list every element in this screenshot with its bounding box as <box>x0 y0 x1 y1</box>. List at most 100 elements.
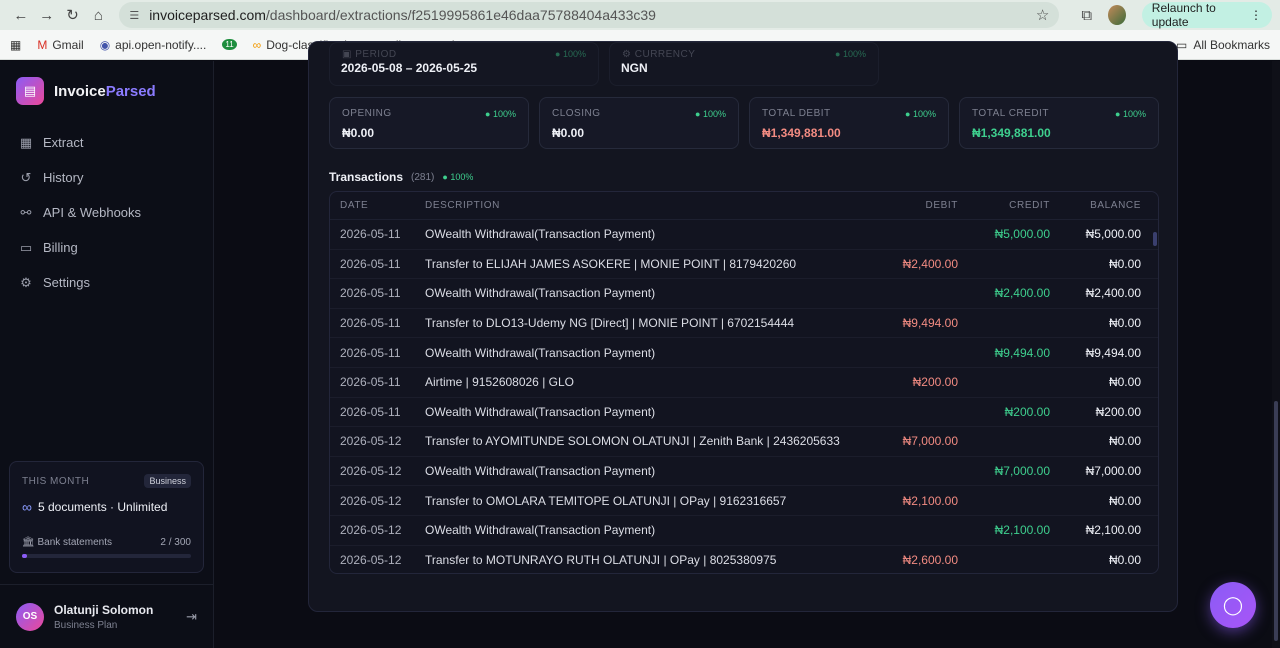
avatar[interactable]: OS <box>16 602 44 631</box>
sidebar-item-label: API & Webhooks <box>43 205 142 220</box>
table-row[interactable]: 2026-05-12 Transfer to OMOLARA TEMITOPE O… <box>330 486 1158 516</box>
transactions-title: Transactions <box>329 170 404 184</box>
apps-grid-icon[interactable]: ▦ <box>10 38 21 52</box>
table-row[interactable]: 2026-05-12 Transfer to MOTUNRAYO RUTH OLA… <box>330 546 1158 573</box>
bookmark-notification[interactable]: 11 <box>222 39 237 50</box>
cell-description: OWealth Withdrawal(Transaction Payment) <box>425 286 656 301</box>
usage-card: THIS MONTH Business ∞ 5 documents · Unlim… <box>9 461 204 573</box>
table-row[interactable]: 2026-05-11 Transfer to ELIJAH JAMES ASOKE… <box>330 250 1158 280</box>
cell-debit: ₦2,600.00 <box>902 552 958 567</box>
history-icon: ↺ <box>20 169 32 185</box>
sidebar-item-extract[interactable]: ▦ Extract <box>0 125 213 160</box>
page-scrollbar-thumb[interactable] <box>1274 401 1278 641</box>
confidence-value: 100% <box>450 172 474 182</box>
cell-date: 2026-05-11 <box>340 256 401 271</box>
header-description: DESCRIPTION <box>425 200 500 211</box>
confidence-badge: ● 100% <box>555 49 586 59</box>
table-row[interactable]: 2026-05-12 Transfer to AYOMITUNDE SOLOMON… <box>330 427 1158 457</box>
bookmark-gmail[interactable]: M Gmail <box>37 38 83 52</box>
plan-badge: Business <box>144 474 191 488</box>
cell-description: Airtime | 9152608026 | GLO <box>425 375 574 390</box>
confidence-value: 100% <box>702 109 726 119</box>
cell-debit: ₦7,000.00 <box>902 434 958 449</box>
transactions-table[interactable]: DATE DESCRIPTION DEBIT CREDIT BALANCE 20… <box>329 191 1159 574</box>
bookmark-open-notify[interactable]: ◉ api.open-notify.... <box>100 38 207 52</box>
table-row[interactable]: 2026-05-12 OWealth Withdrawal(Transaction… <box>330 457 1158 487</box>
cell-date: 2026-05-12 <box>340 464 402 479</box>
gear-icon: ⚙ <box>20 274 32 290</box>
total-credit-value: ₦1,349,881.00 <box>972 126 1051 140</box>
currency-icon: ⚙ <box>622 49 632 60</box>
extensions-icon[interactable]: ⧉ <box>1081 7 1092 24</box>
cell-date: 2026-05-11 <box>340 345 401 360</box>
cell-date: 2026-05-11 <box>340 404 401 419</box>
reload-icon[interactable]: ↻ <box>60 3 86 27</box>
closing-field: CLOSING ● 100% ₦0.00 <box>539 97 739 149</box>
table-row[interactable]: 2026-05-11 OWealth Withdrawal(Transaction… <box>330 279 1158 309</box>
table-row[interactable]: 2026-05-11 Airtime | 9152608026 | GLO ₦200… <box>330 368 1158 398</box>
transactions-count: (281) <box>411 171 435 183</box>
confidence-badge: ● 100% <box>442 172 474 182</box>
logout-icon[interactable]: ⇥ <box>186 609 197 625</box>
table-row[interactable]: 2026-05-11 Transfer to DLO13-Udemy NG [Di… <box>330 309 1158 339</box>
url-domain: invoiceparsed.com <box>149 7 266 23</box>
back-icon[interactable]: ← <box>8 3 34 27</box>
cell-balance: ₦2,100.00 <box>1085 523 1141 538</box>
confidence-badge: ● 100% <box>695 109 726 119</box>
profile-avatar[interactable] <box>1108 5 1126 25</box>
period-label: ▣ PERIOD <box>342 49 586 60</box>
sidebar-item-label: Extract <box>43 135 84 150</box>
usage-period: THIS MONTH <box>22 475 90 487</box>
table-scrollbar[interactable] <box>1153 232 1157 246</box>
sidebar-item-history[interactable]: ↺ History <box>0 160 213 195</box>
cell-description: OWealth Withdrawal(Transaction Payment) <box>425 345 656 360</box>
globe-icon: ◉ <box>99 37 111 52</box>
total-credit-field: TOTAL CREDIT ● 100% ₦1,349,881.00 <box>959 97 1159 149</box>
table-row[interactable]: 2026-05-11 OWealth Withdrawal(Transaction… <box>330 220 1158 250</box>
brand[interactable]: ▤ InvoiceParsed <box>0 61 213 121</box>
cell-description: OWealth Withdrawal(Transaction Payment) <box>425 523 656 538</box>
confidence-value: 100% <box>842 49 866 59</box>
table-row[interactable]: 2026-05-11 OWealth Withdrawal(Transaction… <box>330 338 1158 368</box>
grid-icon: ▦ <box>19 134 33 150</box>
site-info-icon[interactable]: ☰ <box>129 9 139 22</box>
confidence-badge: ● 100% <box>835 49 866 59</box>
cell-date: 2026-05-11 <box>340 227 401 242</box>
badge-icon: 11 <box>222 39 237 50</box>
card-icon: ▭ <box>19 239 33 255</box>
chat-button[interactable]: ◯ <box>1210 582 1256 628</box>
header-debit: DEBIT <box>925 200 958 211</box>
extraction-card: ▣ PERIOD ● 100% ⚙ CURRENCY ● 100% 2026-0… <box>308 41 1178 612</box>
bookmark-star-icon[interactable]: ☆ <box>1036 6 1049 24</box>
cell-description: Transfer to DLO13-Udemy NG [Direct] | MO… <box>425 316 795 331</box>
table-row[interactable]: 2026-05-11 OWealth Withdrawal(Transaction… <box>330 398 1158 428</box>
user-panel: OS Olatunji Solomon Business Plan ⇥ <box>0 584 213 648</box>
chat-icon: ◯ <box>1222 594 1244 615</box>
sidebar-item-settings[interactable]: ⚙ Settings <box>0 265 213 300</box>
table-row[interactable]: 2026-05-12 OWealth Withdrawal(Transaction… <box>330 516 1158 546</box>
bank-icon: 🏛 <box>22 537 35 548</box>
cell-description: Transfer to MOTUNRAYO RUTH OLATUNJI | OP… <box>425 552 777 567</box>
cell-balance: ₦200.00 <box>1095 404 1141 419</box>
usage-progress <box>22 554 191 558</box>
relaunch-button[interactable]: Relaunch to update ⋮ <box>1141 1 1273 29</box>
page-scrollbar[interactable] <box>1272 61 1280 648</box>
cell-debit: ₦2,400.00 <box>902 256 958 271</box>
url-path: /dashboard/extractions/f2519995861e46daa… <box>265 7 656 23</box>
forward-icon[interactable]: → <box>34 3 60 27</box>
usage-summary: 5 documents · Unlimited <box>37 500 168 514</box>
sidebar-item-api-webhooks[interactable]: ⚯ API & Webhooks <box>0 195 213 230</box>
cell-description: Transfer to ELIJAH JAMES ASOKERE | MONIE… <box>425 256 797 271</box>
cell-credit: ₦2,400.00 <box>994 286 1050 301</box>
all-bookmarks[interactable]: ▭ All Bookmarks <box>1176 38 1270 52</box>
cell-balance: ₦0.00 <box>1108 434 1141 449</box>
opening-value: ₦0.00 <box>342 126 375 140</box>
cell-balance: ₦0.00 <box>1108 375 1141 390</box>
sidebar-item-billing[interactable]: ▭ Billing <box>0 230 213 265</box>
address-bar[interactable]: ☰ invoiceparsed.com/dashboard/extraction… <box>119 2 1060 28</box>
confidence-badge: ● 100% <box>1115 109 1146 119</box>
cell-date: 2026-05-11 <box>340 375 401 390</box>
cell-debit: ₦2,100.00 <box>902 493 958 508</box>
cell-date: 2026-05-12 <box>340 434 402 449</box>
home-icon[interactable]: ⌂ <box>85 3 111 27</box>
